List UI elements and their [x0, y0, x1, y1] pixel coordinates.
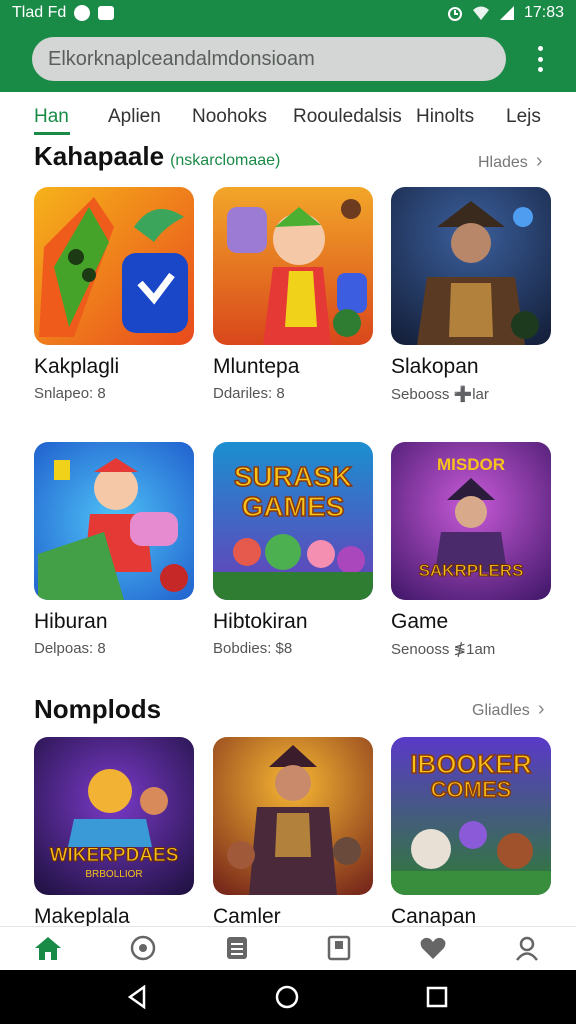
tab-lejs[interactable]: Lejs: [506, 106, 541, 128]
app-subtitle: Snlapeo: 8: [34, 385, 106, 402]
list-icon[interactable]: [222, 933, 252, 963]
app-card[interactable]: Slakopan Sebooss ➕lar: [391, 187, 551, 403]
see-all-button[interactable]: Hlades ›: [478, 150, 542, 173]
app-card[interactable]: IBOOKER COMES Canapan: [391, 737, 551, 929]
recents-icon[interactable]: [424, 984, 450, 1010]
section-title: Kahapaale (nskarclomaae): [34, 141, 280, 172]
photo-notification-icon: [98, 6, 115, 20]
library-icon[interactable]: [324, 933, 354, 963]
app-title: Mluntepa: [213, 355, 300, 378]
bottom-navigation: [0, 926, 576, 970]
thumb-subtitle: BRBOLLIOR: [85, 869, 142, 880]
thumb-title-misdor: MISDOR: [437, 455, 505, 474]
see-all-label: Gliadles: [472, 702, 530, 719]
chevron-right-icon: ›: [537, 698, 545, 720]
app-card[interactable]: Kakplagli Snlapeo: 8: [34, 187, 194, 402]
tab-home[interactable]: Han: [34, 106, 69, 128]
status-time: 17:83: [523, 4, 564, 21]
chevron-right-icon: ›: [535, 150, 543, 172]
thumb-title-sakrplers: SAKRPLERS: [419, 561, 524, 580]
app-title: Kakplagli: [34, 355, 120, 378]
app-subtitle: Bobdies: $8: [213, 640, 293, 657]
app-card[interactable]: Mluntepa Ddariles: 8: [213, 187, 373, 402]
notification-icon: [74, 5, 91, 21]
thumb-title-comes: COMES: [431, 777, 512, 802]
app-thumbnail: WIKERPDAES BRBOLLIOR: [34, 737, 194, 895]
home-icon[interactable]: [33, 933, 63, 963]
search-bar[interactable]: Elkorknaplceandalmdonsioam: [32, 37, 506, 81]
app-thumbnail: [213, 737, 373, 895]
active-tab-indicator: [34, 132, 70, 135]
app-subtitle: Ddariles: 8: [213, 385, 285, 402]
tab-hits[interactable]: Hinolts: [416, 106, 474, 128]
alarm-icon: [447, 7, 462, 21]
compass-icon[interactable]: [128, 933, 158, 963]
thumb-title-surask: SURASK: [234, 461, 352, 492]
tab-books[interactable]: Noohoks: [192, 106, 267, 128]
profile-icon[interactable]: [512, 933, 542, 963]
more-options-icon[interactable]: [530, 44, 550, 74]
app-title: Hiburan: [34, 610, 108, 633]
app-thumbnail: SURASK GAMES: [213, 442, 373, 600]
app-bar: Elkorknaplceandalmdonsioam: [0, 26, 576, 92]
app-thumbnail: [34, 187, 194, 345]
tab-recommended[interactable]: Roouledalsis: [293, 106, 402, 128]
see-all-label: Hlades: [478, 154, 528, 171]
status-bar: Tlad Fd 17:83: [0, 0, 576, 26]
app-subtitle: Senooss ≸1am: [391, 641, 496, 658]
app-thumbnail: [34, 442, 194, 600]
app-card[interactable]: Hiburan Delpoas: 8: [34, 442, 194, 657]
app-title: Hibtokiran: [213, 610, 308, 633]
app-thumbnail: [391, 187, 551, 345]
see-all-button-2[interactable]: Gliadles ›: [472, 698, 544, 721]
back-icon[interactable]: [124, 984, 150, 1010]
section-subtitle: (nskarclomaae): [170, 152, 281, 169]
app-subtitle: Delpoas: 8: [34, 640, 106, 657]
app-thumbnail: IBOOKER COMES: [391, 737, 551, 895]
app-title: Slakopan: [391, 355, 479, 378]
status-carrier-text: Tlad Fd: [12, 4, 67, 21]
section-title-2: Nomplods: [34, 694, 162, 724]
thumb-title-wikerpdaes: WIKERPDAES: [50, 845, 179, 866]
app-card[interactable]: Camler: [213, 737, 373, 929]
section-title-text: Kahapaale: [34, 141, 165, 171]
system-navigation-bar: [0, 970, 576, 1024]
home-button-icon[interactable]: [274, 984, 300, 1010]
app-card[interactable]: SURASK GAMES Hibtokiran Bobdies: $8: [213, 442, 373, 657]
app-thumbnail: MISDOR SAKRPLERS: [391, 442, 551, 600]
app-card[interactable]: WIKERPDAES BRBOLLIOR Makeplala: [34, 737, 194, 929]
app-thumbnail: [213, 187, 373, 345]
wifi-icon: [472, 6, 489, 20]
signal-icon: [499, 6, 514, 20]
thumb-title-ibooker: IBOOKER: [410, 749, 532, 779]
category-tabs: Han Aplien Noohoks Roouledalsis Hinolts …: [0, 92, 576, 136]
app-card[interactable]: MISDOR SAKRPLERS Game Senooss ≸1am: [391, 442, 551, 658]
tab-apps[interactable]: Aplien: [108, 106, 161, 128]
thumb-title-games: GAMES: [242, 491, 345, 522]
app-subtitle: Sebooss ➕lar: [391, 386, 489, 403]
app-title: Game: [391, 610, 449, 633]
heart-icon[interactable]: [418, 933, 448, 963]
